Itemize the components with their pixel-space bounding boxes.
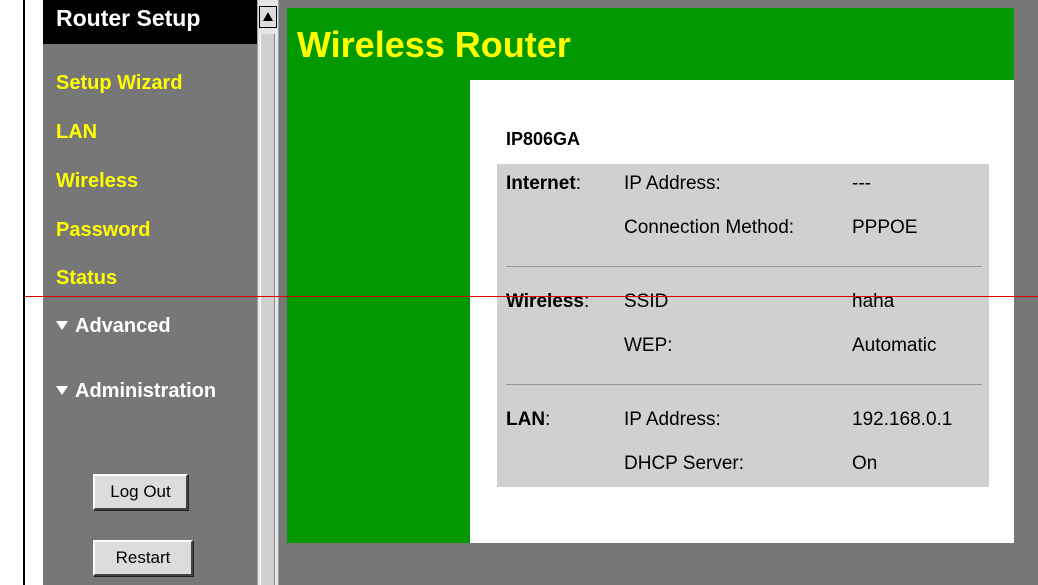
sidebar-section-label: Administration — [75, 380, 217, 402]
sidebar-section-label: Advanced — [75, 315, 171, 337]
browser-viewport: Router Setup Setup Wizard LAN Wireless P… — [0, 0, 1038, 585]
dhcp-server-value: On — [852, 453, 878, 474]
red-guide-line — [25, 296, 1038, 297]
connection-method-value: PPPOE — [852, 217, 918, 238]
connection-method-key: Connection Method: — [624, 217, 795, 238]
dhcp-server-key: DHCP Server: — [624, 453, 745, 474]
divider — [506, 266, 982, 267]
restart-button[interactable]: Restart — [93, 540, 193, 576]
divider — [506, 384, 982, 385]
wep-key: WEP: — [624, 335, 673, 356]
sidebar-item-wireless[interactable]: Wireless — [56, 169, 138, 193]
log-out-button[interactable]: Log Out — [93, 474, 188, 510]
model-name: IP806GA — [506, 129, 581, 149]
sidebar-item-lan[interactable]: LAN — [56, 120, 97, 144]
lan-label: LAN: — [506, 409, 551, 430]
wep-value: Automatic — [852, 335, 937, 356]
frame-border-left — [23, 0, 25, 585]
arrow-up-icon — [263, 12, 273, 21]
sidebar-item-password[interactable]: Password — [56, 218, 150, 242]
page-title: Wireless Router — [297, 24, 571, 65]
sidebar-title: Router Setup — [43, 0, 257, 44]
sidebar-section-administration[interactable]: Administration — [56, 379, 216, 403]
sidebar-section-advanced[interactable]: Advanced — [56, 314, 171, 338]
internet-ip-value: --- — [852, 173, 871, 194]
status-card: IP806GA Internet: IP Address: --- Connec… — [470, 80, 1014, 543]
triangle-down-icon — [56, 386, 68, 395]
scrollbar-thumb[interactable] — [260, 34, 275, 585]
status-table: Internet: IP Address: --- Connection Met… — [497, 164, 989, 487]
lan-ip-key: IP Address: — [624, 409, 721, 430]
sidebar-item-status[interactable]: Status — [56, 266, 117, 290]
scroll-up-button[interactable] — [259, 6, 277, 28]
triangle-down-icon — [56, 321, 68, 330]
internet-ip-key: IP Address: — [624, 173, 721, 194]
ssid-key: SSID — [624, 291, 669, 312]
ssid-value: haha — [852, 291, 895, 312]
content-panel: Wireless Router IP806GA Internet: IP Add… — [287, 8, 1014, 543]
wireless-label: Wireless: — [506, 291, 590, 312]
internet-label: Internet: — [506, 173, 581, 194]
sidebar-item-setup-wizard[interactable]: Setup Wizard — [56, 71, 183, 95]
sidebar-nav: Router Setup Setup Wizard LAN Wireless P… — [43, 0, 257, 585]
main-frame: Wireless Router IP806GA Internet: IP Add… — [279, 0, 1038, 585]
sidebar-scrollbar[interactable] — [257, 0, 279, 585]
lan-ip-value: 192.168.0.1 — [852, 409, 953, 430]
